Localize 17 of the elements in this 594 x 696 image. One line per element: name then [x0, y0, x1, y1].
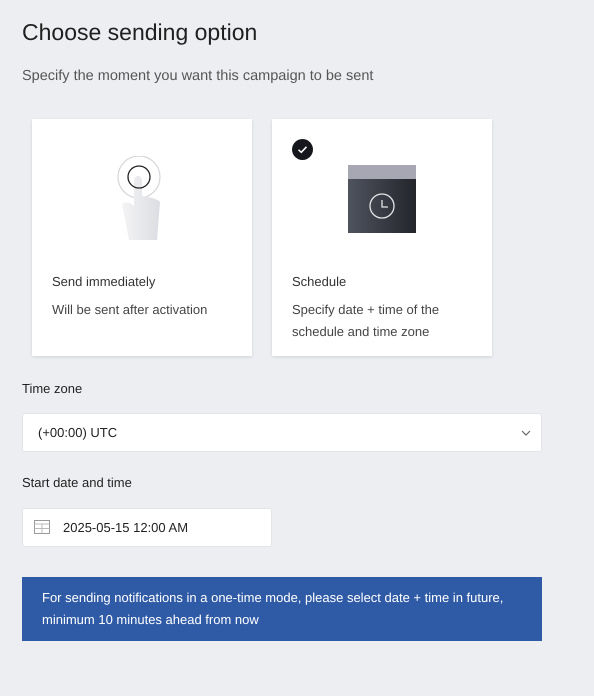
page-title: Choose sending option	[22, 18, 258, 47]
option-card[interactable]: Send immediately Will be sent after activation	[32, 118, 252, 356]
option-card[interactable]: Schedule Specify date + time of the schedule and time zone	[272, 118, 492, 356]
time-zone-select[interactable]: (+00:00) UTC	[22, 413, 542, 452]
field-label: Time zone	[22, 380, 84, 398]
calendar-icon	[34, 520, 50, 534]
option-description: Specify date + time of the schedule and time zone	[292, 301, 440, 342]
page-subtitle: Specify the moment you want this campaign to be sent	[22, 67, 374, 86]
option-title: Schedule	[292, 272, 348, 291]
option-title: Send immediately	[52, 272, 156, 291]
clock-calendar-icon	[348, 164, 416, 233]
chevron-down-icon	[521, 430, 531, 436]
field-label: Start date and time	[22, 474, 133, 492]
info-banner: For sending notifications in a one-time mode, please select date + time in future, minimum 10 minutes ahead from now	[22, 576, 542, 641]
check-icon	[292, 138, 313, 160]
date-time-field[interactable]: 2025-05-15 12:00 AM	[22, 508, 272, 547]
option-description: Will be sent after activation	[52, 301, 208, 320]
